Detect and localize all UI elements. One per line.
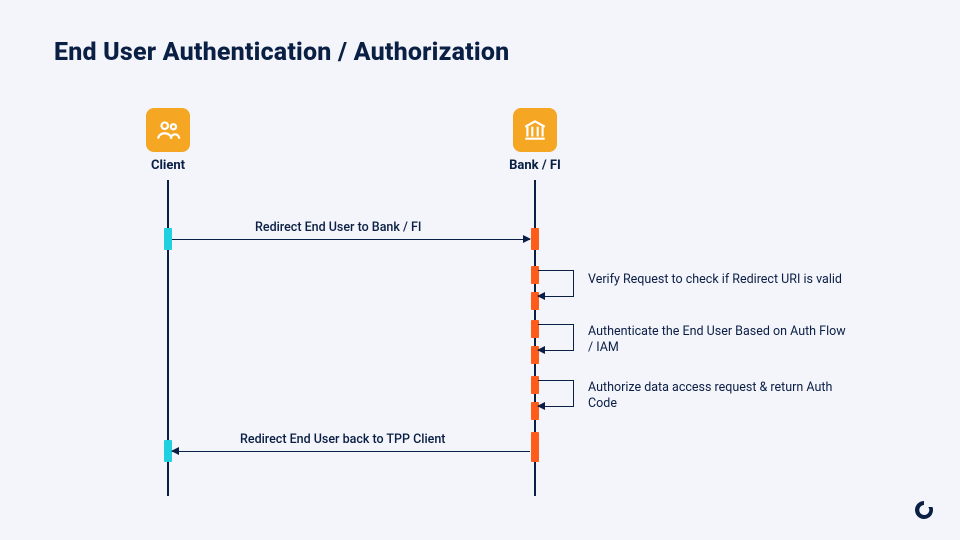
sequence-diagram: Client Bank / FI Redirect End User to Ba… [0, 100, 960, 500]
lifeline-client [167, 180, 169, 496]
actor-client: Client [118, 108, 218, 173]
activation-bank-6 [531, 376, 539, 394]
activation-bank-1 [531, 228, 539, 250]
msg-authenticate: Authenticate the End User Based on Auth … [588, 324, 848, 355]
msg-verify-request: Verify Request to check if Redirect URI … [588, 272, 848, 288]
msg-redirect-back: Redirect End User back to TPP Client [240, 432, 445, 447]
msg-redirect-to-bank: Redirect End User to Bank / FI [255, 220, 421, 235]
msg-authorize: Authorize data access request & return A… [588, 380, 848, 411]
activation-bank-8 [531, 432, 539, 462]
actor-bank: Bank / FI [485, 108, 585, 173]
arrow-redirect-back [172, 451, 530, 452]
actor-client-label: Client [118, 158, 218, 173]
people-icon [146, 108, 190, 152]
brand-logo-icon [912, 498, 936, 522]
arrow-redirect-to-bank [172, 239, 530, 240]
actor-bank-label: Bank / FI [485, 158, 585, 173]
lifeline-bank [534, 180, 536, 496]
activation-bank-4 [531, 320, 539, 338]
bank-icon [513, 108, 557, 152]
activation-bank-2 [531, 266, 539, 284]
page-title: End User Authentication / Authorization [54, 38, 509, 67]
activation-client-1 [164, 228, 172, 250]
